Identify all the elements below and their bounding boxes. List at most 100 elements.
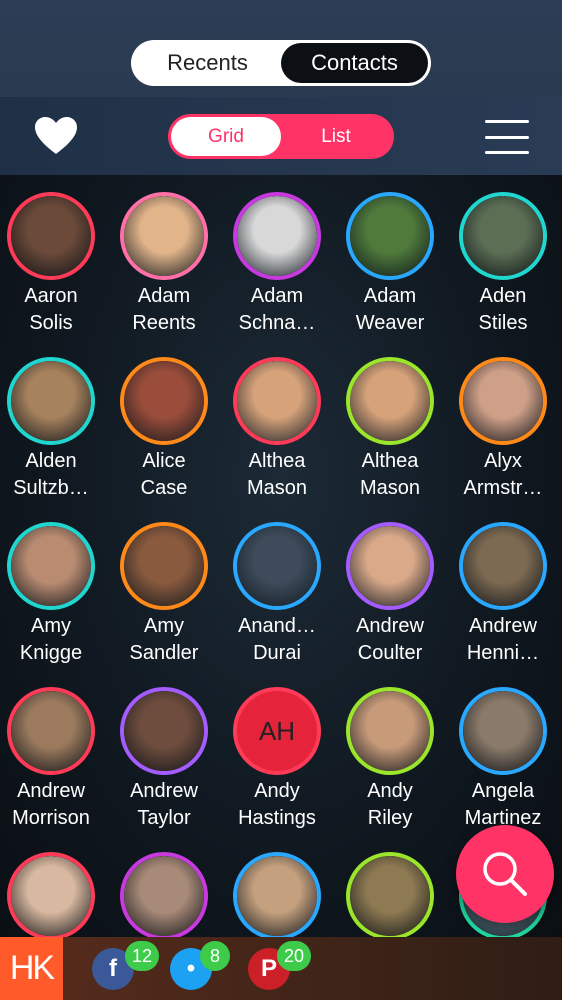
avatar-photo [463, 691, 543, 771]
contact-card[interactable] [221, 852, 333, 937]
avatar-photo [11, 691, 91, 771]
contact-first-name: Aaron [24, 285, 78, 307]
contact-last-name: Sandler [129, 642, 199, 664]
contacts-grid: Aaron Solis Adam Reents Adam Schna… Adam Weaver… [0, 175, 562, 937]
contact-card[interactable]: Andrew Coulter [334, 522, 446, 667]
contact-last-name: Solis [29, 312, 73, 334]
contact-first-name: Alyx [484, 450, 522, 472]
list-view-button[interactable]: List [281, 117, 391, 156]
twitter-count-badge: 8 [200, 941, 230, 971]
contact-first-name: Andrew [469, 615, 537, 637]
contact-first-name: Adam [137, 285, 191, 307]
avatar-photo [11, 361, 91, 441]
contact-last-name: Reents [132, 312, 196, 334]
contact-avatar[interactable] [7, 687, 95, 775]
recents-contacts-switch: Recents Contacts [131, 40, 431, 86]
contact-card[interactable]: Adam Schna… [221, 192, 333, 337]
contact-avatar[interactable] [120, 192, 208, 280]
contact-avatar[interactable] [459, 192, 547, 280]
avatar-initials: AH [258, 715, 296, 746]
contact-card[interactable]: Althea Mason [221, 357, 333, 502]
contact-last-name: Henni… [466, 642, 540, 664]
contact-avatar[interactable] [233, 852, 321, 937]
avatar-photo [350, 361, 430, 441]
contact-first-name: Althea [248, 450, 306, 472]
contact-avatar[interactable] [459, 357, 547, 445]
contact-first-name: Aden [479, 285, 527, 307]
contact-last-name: Riley [367, 807, 413, 829]
contact-card[interactable]: Adam Weaver [334, 192, 446, 337]
contact-last-name: Mason [246, 477, 308, 499]
hamburger-menu-icon[interactable] [485, 120, 529, 154]
contact-card[interactable]: Andrew Morrison [0, 687, 107, 832]
contact-card[interactable]: Althea Mason [334, 357, 446, 502]
app-logo[interactable]: HK [0, 937, 63, 1000]
contact-card[interactable] [108, 852, 220, 937]
contact-card[interactable] [0, 852, 107, 937]
contact-card[interactable]: Amy Knigge [0, 522, 107, 667]
contact-avatar[interactable] [7, 852, 95, 937]
avatar-photo [350, 856, 430, 936]
contact-card[interactable]: AH Andy Hastings [221, 687, 333, 832]
contact-first-name: Anand… [238, 615, 316, 637]
contact-avatar[interactable] [346, 522, 434, 610]
contact-last-name: Weaver [355, 312, 425, 334]
contact-avatar[interactable] [346, 357, 434, 445]
favorites-heart-icon[interactable] [34, 116, 78, 156]
contact-first-name: Andy [254, 780, 300, 802]
contact-card[interactable]: Aaron Solis [0, 192, 107, 337]
contact-card[interactable]: Amy Sandler [108, 522, 220, 667]
contact-first-name: Andrew [130, 780, 198, 802]
avatar-photo [11, 856, 91, 936]
contact-card[interactable]: Adam Reents [108, 192, 220, 337]
contact-avatar[interactable] [233, 522, 321, 610]
contact-first-name: Amy [144, 615, 184, 637]
contact-card[interactable]: Andrew Taylor [108, 687, 220, 832]
contact-avatar[interactable] [346, 192, 434, 280]
contact-first-name: Andy [367, 780, 413, 802]
contact-first-name: Alden [25, 450, 77, 472]
avatar-photo [350, 196, 430, 276]
contact-avatar[interactable] [346, 687, 434, 775]
contact-avatar[interactable] [459, 522, 547, 610]
contact-last-name: Durai [253, 642, 301, 664]
contact-avatar[interactable] [7, 522, 95, 610]
contact-avatar[interactable]: AH [233, 687, 321, 775]
tab-contacts[interactable]: Contacts [281, 43, 428, 83]
contact-first-name: Andrew [356, 615, 424, 637]
avatar-photo [463, 526, 543, 606]
contact-avatar[interactable] [120, 852, 208, 937]
contact-avatar[interactable] [120, 357, 208, 445]
contact-card[interactable] [334, 852, 446, 937]
contact-avatar[interactable] [233, 192, 321, 280]
contact-last-name: Stiles [478, 312, 528, 334]
search-icon [483, 852, 527, 896]
contact-avatar[interactable] [233, 357, 321, 445]
avatar-photo [11, 196, 91, 276]
contact-last-name: Mason [359, 477, 421, 499]
contact-avatar[interactable] [120, 687, 208, 775]
contact-first-name: Andrew [17, 780, 85, 802]
contact-card[interactable]: Andy Riley [334, 687, 446, 832]
contact-card[interactable]: Alice Case [108, 357, 220, 502]
contact-card[interactable]: Andrew Henni… [447, 522, 559, 667]
contact-avatar[interactable] [459, 687, 547, 775]
avatar-photo [237, 856, 317, 936]
contact-card[interactable]: Alden Sultzb… [0, 357, 107, 502]
contact-card[interactable]: Anand… Durai [221, 522, 333, 667]
contact-avatar[interactable] [346, 852, 434, 937]
contact-avatar[interactable] [7, 357, 95, 445]
pinterest-count-badge: 20 [277, 941, 312, 971]
contact-card[interactable]: Aden Stiles [447, 192, 559, 337]
grid-view-button[interactable]: Grid [171, 117, 281, 156]
avatar-photo [463, 196, 543, 276]
contact-card[interactable]: Angela Martinez [447, 687, 559, 832]
contact-avatar[interactable] [7, 192, 95, 280]
avatar-photo [124, 691, 204, 771]
contact-avatar[interactable] [120, 522, 208, 610]
tab-recents[interactable]: Recents [134, 43, 281, 83]
contact-card[interactable]: Alyx Armstr… [447, 357, 559, 502]
contact-first-name: Amy [31, 615, 71, 637]
search-button[interactable] [456, 825, 554, 923]
facebook-count-badge: 12 [125, 941, 160, 971]
